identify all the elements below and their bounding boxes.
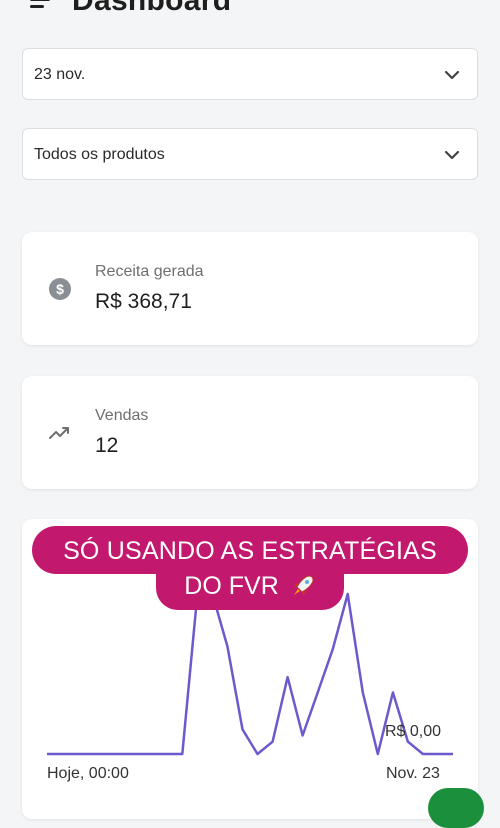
overlay-caption-text: DO FVR — [184, 572, 278, 600]
chart-x-end-label: Nov. 23 — [386, 765, 440, 783]
rocket-icon — [290, 573, 316, 599]
chart-x-start-label: Hoje, 00:00 — [47, 765, 129, 783]
sales-line-chart — [0, 0, 500, 800]
corner-badge[interactable] — [428, 788, 484, 828]
chart-y-axis-label: R$ 0,00 — [385, 723, 441, 741]
overlay-caption-line2: DO FVR — [156, 566, 344, 610]
